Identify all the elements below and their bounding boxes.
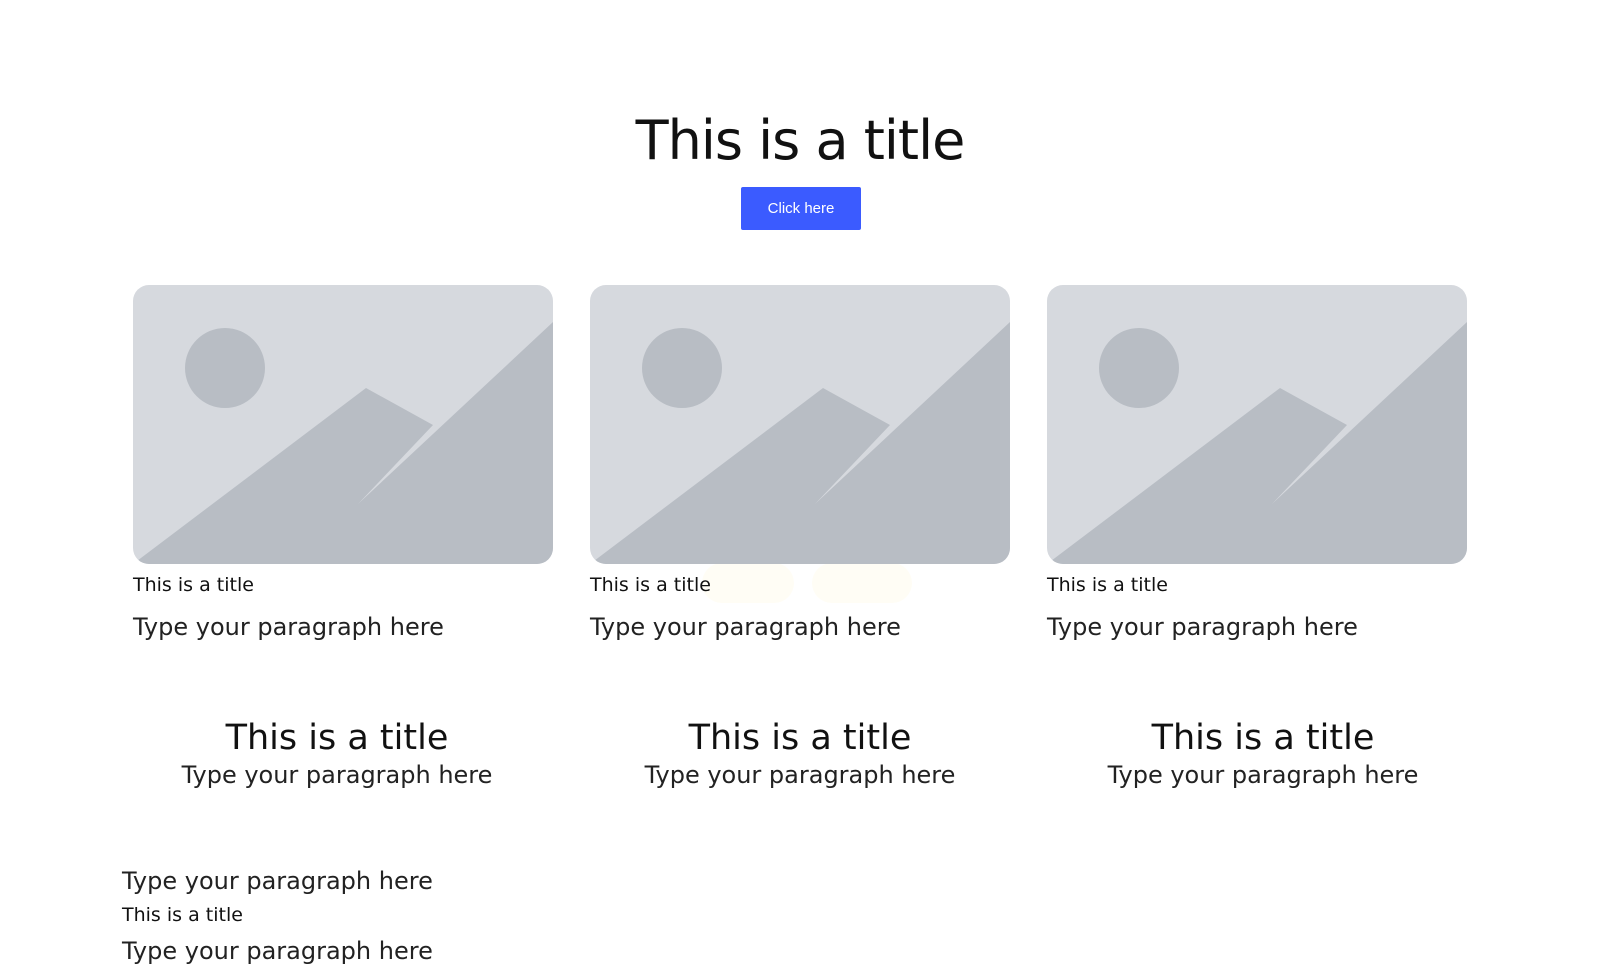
- feature-paragraph: Type your paragraph here: [181, 761, 493, 789]
- feature-title: This is a title: [688, 718, 912, 758]
- faint-pill: [812, 563, 912, 603]
- feature-title: This is a title: [1151, 718, 1375, 758]
- card-paragraph: Type your paragraph here: [133, 613, 444, 641]
- image-placeholder-icon: [1047, 285, 1467, 564]
- feature-1: This is a title Type your paragraph here: [107, 716, 567, 790]
- footer-paragraph-top: Type your paragraph here: [122, 867, 433, 895]
- card-paragraph: Type your paragraph here: [1047, 613, 1358, 641]
- page: This is a title Click here This is a tit…: [0, 0, 1600, 978]
- footer-block: Type your paragraph here This is a title…: [122, 866, 433, 966]
- card-title: This is a title: [590, 574, 711, 596]
- feature-title: This is a title: [225, 718, 449, 758]
- card-1: This is a title Type your paragraph here: [133, 285, 553, 641]
- image-placeholder-icon: [590, 285, 1010, 564]
- feature-3: This is a title Type your paragraph here: [1033, 716, 1493, 790]
- feature-paragraph: Type your paragraph here: [644, 761, 956, 789]
- click-here-button[interactable]: Click here: [741, 187, 861, 230]
- page-title: This is a title: [635, 109, 966, 172]
- footer-paragraph-bottom: Type your paragraph here: [122, 937, 433, 965]
- card-3: This is a title Type your paragraph here: [1047, 285, 1467, 641]
- faint-pill: [702, 563, 794, 603]
- card-title: This is a title: [133, 574, 254, 596]
- card-title: This is a title: [1047, 574, 1168, 596]
- feature-2: This is a title Type your paragraph here: [570, 716, 1030, 790]
- feature-paragraph: Type your paragraph here: [1107, 761, 1419, 789]
- image-placeholder-icon: [133, 285, 553, 564]
- card-2: This is a title Type your paragraph here: [590, 285, 1010, 641]
- footer-title: This is a title: [122, 904, 243, 926]
- card-paragraph: Type your paragraph here: [590, 613, 901, 641]
